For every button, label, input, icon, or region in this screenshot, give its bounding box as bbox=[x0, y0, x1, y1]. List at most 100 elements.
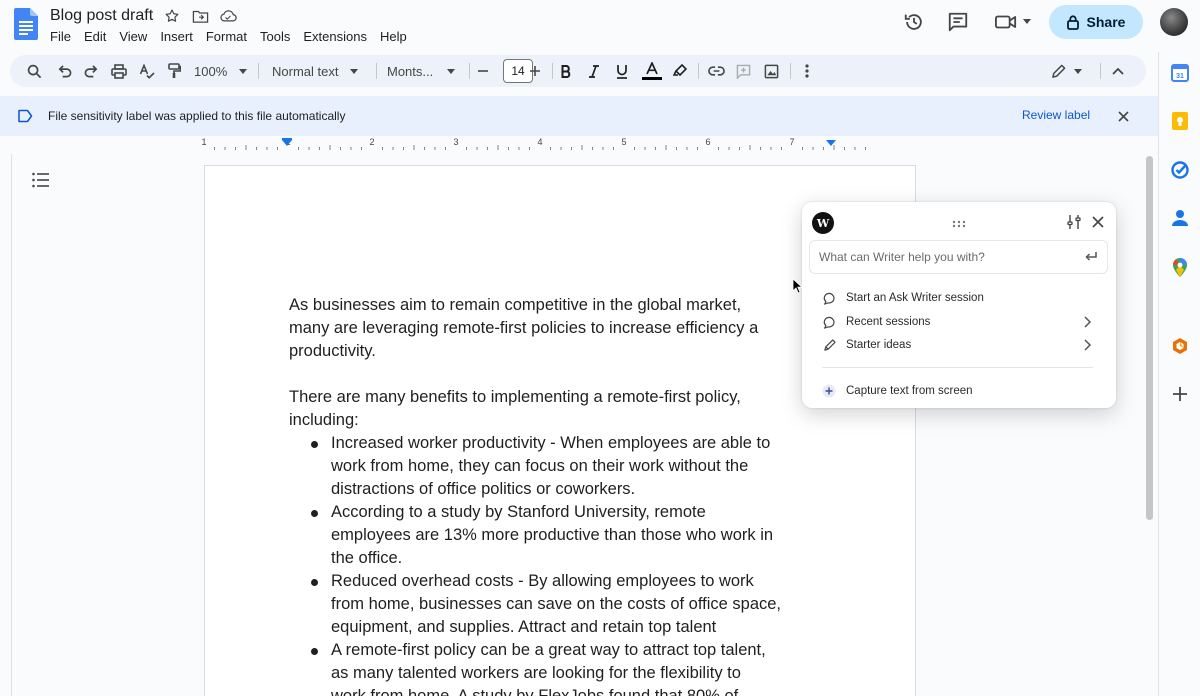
redo-icon[interactable] bbox=[81, 59, 101, 83]
chevron-right-icon bbox=[1084, 339, 1092, 351]
ruler-label: 1 bbox=[201, 137, 206, 147]
undo-icon[interactable] bbox=[54, 59, 74, 83]
docs-logo-icon[interactable] bbox=[14, 8, 38, 40]
zoom-value: 100% bbox=[194, 63, 228, 79]
spellcheck-icon[interactable] bbox=[137, 59, 157, 83]
drag-handle-icon[interactable] bbox=[952, 220, 966, 228]
menu-item-label: Start an Ask Writer session bbox=[846, 292, 984, 304]
menu-format[interactable]: Format bbox=[206, 28, 253, 45]
recent-sessions[interactable]: Recent sessions bbox=[822, 312, 1098, 332]
menu-item-label: Recent sessions bbox=[846, 316, 931, 328]
chevron-down-icon bbox=[350, 68, 359, 74]
document-body[interactable]: As businesses aim to remain competitive … bbox=[289, 294, 829, 696]
chat-bubble-icon bbox=[822, 315, 836, 329]
zoom-select[interactable]: 100% bbox=[194, 59, 250, 83]
hide-menus-chevron-up-icon[interactable] bbox=[1108, 59, 1128, 83]
decrease-font-size-icon[interactable] bbox=[474, 59, 492, 83]
maps-icon[interactable] bbox=[1170, 257, 1190, 277]
ruler-label: 6 bbox=[705, 137, 710, 147]
toolbar-divider bbox=[258, 63, 259, 79]
title-row: Blog post draft bbox=[50, 6, 237, 26]
ruler-label: 3 bbox=[453, 137, 458, 147]
starter-ideas[interactable]: Starter ideas bbox=[822, 335, 1098, 355]
increase-font-size-icon[interactable] bbox=[526, 59, 544, 83]
toolbar-divider bbox=[469, 63, 470, 79]
share-button[interactable]: Share bbox=[1049, 5, 1143, 39]
writer-prompt-input[interactable]: What can Writer help you with? bbox=[809, 240, 1108, 274]
toolbar-divider bbox=[790, 63, 791, 79]
horizontal-ruler[interactable]: 11234567 bbox=[200, 136, 916, 154]
enter-submit-icon[interactable] bbox=[1084, 251, 1098, 263]
version-history-icon[interactable] bbox=[902, 10, 926, 34]
bold-icon[interactable] bbox=[557, 59, 575, 83]
avatar[interactable] bbox=[1160, 8, 1188, 36]
meet-icon[interactable] bbox=[993, 10, 1033, 34]
list-item[interactable]: According to a study by Stanford Univers… bbox=[311, 501, 829, 570]
toolbar: 100% Normal text Monts... 14 bbox=[10, 55, 1146, 87]
document-outline-icon[interactable] bbox=[32, 172, 50, 188]
toolbar-divider bbox=[376, 63, 377, 79]
share-label: Share bbox=[1086, 14, 1126, 30]
vertical-ruler[interactable] bbox=[0, 154, 12, 696]
paragraph[interactable]: There are many benefits to implementing … bbox=[289, 386, 829, 432]
menu-help[interactable]: Help bbox=[380, 28, 413, 45]
close-icon[interactable] bbox=[1114, 107, 1132, 125]
review-label-link[interactable]: Review label bbox=[1022, 108, 1090, 122]
vertical-scrollbar[interactable] bbox=[1146, 156, 1153, 520]
paragraph[interactable]: As businesses aim to remain competitive … bbox=[289, 294, 829, 363]
menu-extensions[interactable]: Extensions bbox=[303, 28, 373, 45]
menu-insert[interactable]: Insert bbox=[160, 28, 199, 45]
menu-edit[interactable]: Edit bbox=[84, 28, 112, 45]
menu-bar: File Edit View Insert Format Tools Exten… bbox=[50, 28, 420, 45]
italic-icon[interactable] bbox=[585, 59, 603, 83]
start-ask-writer-session[interactable]: Start an Ask Writer session bbox=[822, 288, 1098, 308]
menu-tools[interactable]: Tools bbox=[260, 28, 296, 45]
writer-assistant-panel: W What can Writer help you with? Start a… bbox=[802, 202, 1116, 408]
font-value: Monts... bbox=[387, 63, 434, 79]
list-item[interactable]: Reduced overhead costs - By allowing emp… bbox=[311, 570, 829, 639]
writer-logo: W bbox=[812, 212, 834, 234]
svg-text:31: 31 bbox=[1176, 73, 1184, 80]
underline-icon[interactable] bbox=[613, 59, 631, 83]
ruler-label: 4 bbox=[537, 137, 542, 147]
label-tag-icon bbox=[18, 109, 33, 123]
move-folder-icon[interactable] bbox=[191, 7, 209, 25]
highlight-color-icon[interactable] bbox=[671, 59, 689, 83]
list-item[interactable]: A remote-first policy can be a great way… bbox=[311, 639, 829, 696]
paint-format-icon[interactable] bbox=[164, 59, 184, 83]
office-addon-icon[interactable] bbox=[1170, 336, 1190, 356]
cloud-saved-icon[interactable] bbox=[219, 7, 237, 25]
search-menus-icon[interactable] bbox=[24, 59, 44, 83]
tasks-icon[interactable] bbox=[1170, 160, 1190, 180]
paragraph-style-select[interactable]: Normal text bbox=[272, 59, 368, 83]
pencil-icon bbox=[1051, 64, 1065, 78]
calendar-icon[interactable]: 31 bbox=[1170, 63, 1190, 83]
contacts-icon[interactable] bbox=[1170, 208, 1190, 228]
mouse-cursor-icon bbox=[792, 278, 802, 294]
insert-image-icon[interactable] bbox=[761, 59, 781, 83]
document-title[interactable]: Blog post draft bbox=[50, 7, 153, 25]
close-icon[interactable] bbox=[1091, 215, 1105, 229]
sliders-settings-icon[interactable] bbox=[1066, 214, 1082, 230]
banner-message: File sensitivity label was applied to th… bbox=[48, 109, 346, 123]
first-line-indent-marker[interactable] bbox=[282, 138, 292, 140]
star-icon[interactable] bbox=[163, 7, 181, 25]
list-item[interactable]: Increased worker productivity - When emp… bbox=[311, 432, 829, 501]
font-select[interactable]: Monts... bbox=[387, 59, 465, 83]
insert-comment-icon[interactable] bbox=[733, 59, 753, 83]
lock-icon bbox=[1066, 14, 1079, 30]
menu-file[interactable]: File bbox=[50, 28, 77, 45]
menu-view[interactable]: View bbox=[119, 28, 153, 45]
insert-link-icon[interactable] bbox=[706, 59, 726, 83]
keep-icon[interactable] bbox=[1170, 111, 1190, 131]
ruler-label: 7 bbox=[789, 137, 794, 147]
chevron-right-icon bbox=[1084, 316, 1092, 328]
editing-mode-select[interactable] bbox=[1046, 59, 1086, 83]
plus-circle-icon bbox=[822, 384, 836, 398]
text-color-icon[interactable] bbox=[641, 59, 663, 83]
comments-icon[interactable] bbox=[946, 10, 970, 34]
print-icon[interactable] bbox=[109, 59, 129, 83]
add-addon-icon[interactable] bbox=[1170, 384, 1190, 404]
more-options-icon[interactable] bbox=[798, 59, 816, 83]
capture-text-from-screen[interactable]: Capture text from screen bbox=[822, 381, 1098, 401]
